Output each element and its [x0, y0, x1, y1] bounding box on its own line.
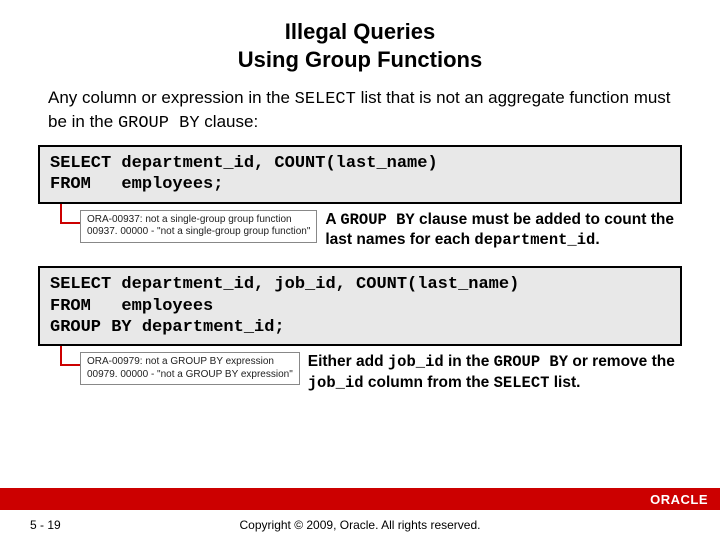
title-line1: Illegal Queries	[38, 18, 682, 46]
intro-code-select: SELECT	[295, 90, 356, 109]
explain2-code-groupby: GROUP BY	[494, 353, 568, 371]
oracle-logo: ORACLE	[650, 492, 708, 507]
error-wrap-1: ORA-00937: not a single-group group func…	[80, 210, 317, 243]
code-block-2: SELECT department_id, job_id, COUNT(last…	[38, 266, 682, 346]
title-line2: Using Group Functions	[38, 46, 682, 74]
error-box-1: ORA-00937: not a single-group group func…	[80, 210, 317, 243]
callout-line-2	[60, 346, 80, 366]
explain2-code-select: SELECT	[494, 374, 550, 392]
explain2-mid2: or remove the	[568, 353, 675, 370]
intro-text: Any column or expression in the SELECT l…	[38, 87, 682, 135]
footer-bar: ORACLE	[0, 488, 720, 510]
explain2-post: list.	[549, 374, 580, 391]
code-block-1: SELECT department_id, COUNT(last_name) F…	[38, 145, 682, 204]
error-box-2: ORA-00979: not a GROUP BY expression 009…	[80, 352, 300, 385]
intro-code-groupby: GROUP BY	[118, 114, 200, 133]
explain2-mid1: in the	[444, 353, 494, 370]
explain1-code-groupby: GROUP BY	[340, 211, 414, 229]
footer-copyright: Copyright © 2009, Oracle. All rights res…	[0, 518, 720, 532]
error-wrap-2: ORA-00979: not a GROUP BY expression 009…	[80, 352, 300, 385]
slide: Illegal Queries Using Group Functions An…	[0, 0, 720, 540]
explain1-pre: A	[325, 211, 340, 228]
explain1-post: .	[595, 231, 599, 248]
explain2-code-jobid2: job_id	[308, 374, 364, 392]
explain-2: Either add job_id in the GROUP BY or rem…	[308, 352, 682, 393]
row-1: ORA-00937: not a single-group group func…	[38, 210, 682, 251]
slide-title: Illegal Queries Using Group Functions	[38, 18, 682, 73]
explain2-mid3: column from the	[364, 374, 494, 391]
intro-pre: Any column or expression in the	[48, 88, 295, 107]
intro-post: clause:	[200, 112, 259, 131]
explain2-pre: Either add	[308, 353, 388, 370]
explain1-code-deptid: department_id	[474, 231, 595, 249]
callout-line-1	[60, 204, 80, 224]
row-2: ORA-00979: not a GROUP BY expression 009…	[38, 352, 682, 393]
explain-1: A GROUP BY clause must be added to count…	[325, 210, 682, 251]
explain2-code-jobid1: job_id	[388, 353, 444, 371]
